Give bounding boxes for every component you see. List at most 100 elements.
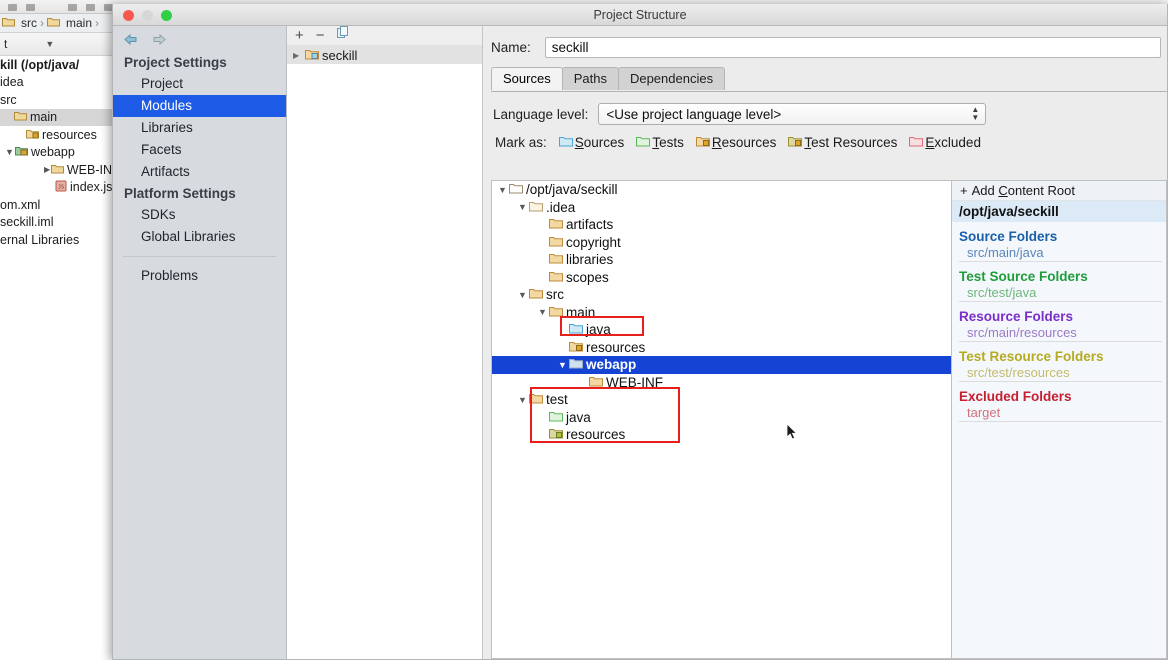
tree-row[interactable]: ▼ /opt/java/seckill <box>492 181 951 199</box>
list-item[interactable]: kill (/opt/java/ <box>0 56 112 74</box>
tab-dependencies[interactable]: Dependencies <box>617 67 726 90</box>
sidebar-item-artifacts[interactable]: Artifacts <box>113 161 286 183</box>
ide-item-label: src <box>0 92 17 107</box>
tree-row[interactable]: resources <box>492 426 951 444</box>
list-item[interactable]: resources <box>0 126 112 144</box>
tree-row[interactable]: copyright <box>492 234 951 252</box>
plus-icon: + <box>960 183 968 198</box>
ide-item-label: idea <box>0 75 24 90</box>
sidebar-item-modules[interactable]: Modules <box>113 95 286 117</box>
mark-as-sources-button[interactable]: Sources <box>558 135 624 150</box>
breadcrumb[interactable]: src › main › <box>0 14 112 33</box>
folder-icon <box>14 110 27 124</box>
tab-sources[interactable]: Sources <box>491 67 563 90</box>
dialog-titlebar[interactable]: Project Structure <box>113 4 1167 26</box>
tree-row-label: WEB-INF <box>606 374 663 390</box>
folder-icon <box>569 357 583 372</box>
list-item[interactable]: idea <box>0 74 112 92</box>
ide-project-tree[interactable]: kill (/opt/java/ idea src main resources <box>0 56 112 660</box>
tree-row[interactable]: WEB-INF <box>492 374 951 392</box>
list-item[interactable]: JS index.js <box>0 179 112 197</box>
folder-icon <box>529 287 543 302</box>
back-arrow-icon[interactable] <box>123 33 139 46</box>
list-item[interactable]: ▶ WEB-IN <box>0 161 112 179</box>
module-name-row: Name: seckill <box>483 32 1167 62</box>
list-item[interactable]: ernal Libraries <box>0 231 112 249</box>
list-item[interactable]: ▼ webapp <box>0 144 112 162</box>
tree-row[interactable]: ▼ src <box>492 286 951 304</box>
chevron-down-icon[interactable]: ▼ <box>556 360 569 370</box>
copy-icon[interactable] <box>336 26 350 45</box>
excluded-folders-value[interactable]: target <box>959 404 1162 422</box>
tab-paths[interactable]: Paths <box>561 67 619 90</box>
test-source-folders-value[interactable]: src/test/java <box>959 284 1162 302</box>
maximize-window-button[interactable] <box>161 10 172 21</box>
folder-test-resources-icon <box>549 427 563 442</box>
list-item[interactable]: src <box>0 91 112 109</box>
sidebar-item-problems[interactable]: Problems <box>113 265 286 287</box>
tree-row[interactable]: java <box>492 321 951 339</box>
tree-row[interactable]: ▼ main <box>492 304 951 322</box>
content-root-tree[interactable]: ▼ /opt/java/seckill ▼ .idea artifacts co… <box>491 180 951 659</box>
mark-as-resources-button[interactable]: Resources <box>695 135 776 150</box>
add-content-root-button[interactable]: + Add Content Root <box>952 181 1166 201</box>
project-view-label: t <box>4 37 8 51</box>
sidebar-item-label: SDKs <box>141 207 176 222</box>
tree-row[interactable]: resources <box>492 339 951 357</box>
chevron-right-icon[interactable]: ▶ <box>293 51 305 60</box>
module-name-input[interactable]: seckill <box>544 36 1161 58</box>
chevron-right-icon[interactable]: ▶ <box>44 165 51 174</box>
list-item[interactable]: om.xml <box>0 196 112 214</box>
chevron-down-icon[interactable]: ▼ <box>536 307 549 317</box>
chevron-down-icon[interactable]: ▼ <box>496 185 509 195</box>
close-window-button[interactable] <box>123 10 134 21</box>
module-list-item-seckill[interactable]: ▶ seckill <box>287 46 482 64</box>
sidebar-nav-arrows[interactable] <box>113 26 286 52</box>
chevron-down-icon[interactable]: ▼ <box>45 39 54 49</box>
list-item[interactable]: main <box>0 108 112 126</box>
tree-row-label: test <box>546 392 568 408</box>
sidebar-item-global-libraries[interactable]: Global Libraries <box>113 226 286 248</box>
chevron-down-icon[interactable]: ▼ <box>516 395 529 405</box>
sidebar-item-project[interactable]: Project <box>113 73 286 95</box>
list-item[interactable]: seckill.iml <box>0 214 112 232</box>
remove-module-button[interactable]: − <box>316 28 325 43</box>
ide-item-label: resources <box>42 127 97 142</box>
forward-arrow-icon[interactable] <box>151 33 167 46</box>
chevron-up-down-icon[interactable]: ▲ ▼ <box>971 106 979 122</box>
sidebar-item-facets[interactable]: Facets <box>113 139 286 161</box>
language-level-select[interactable]: <Use project language level> ▲ ▼ <box>598 103 987 125</box>
tree-row-selected[interactable]: ▼ webapp <box>492 356 951 374</box>
mouse-pointer-icon <box>786 423 799 441</box>
mark-as-tests-button[interactable]: Tests <box>636 135 684 150</box>
svg-text:JS: JS <box>58 184 64 190</box>
window-controls[interactable] <box>123 10 172 21</box>
resource-folders-value[interactable]: src/main/resources <box>959 324 1162 342</box>
tree-row[interactable]: libraries <box>492 251 951 269</box>
tree-row[interactable]: java <box>492 409 951 427</box>
sidebar-item-libraries[interactable]: Libraries <box>113 117 286 139</box>
mark-as-excluded-button[interactable]: Excluded <box>909 135 981 150</box>
chevron-down-icon[interactable]: ▼ <box>516 202 529 212</box>
chevron-down-icon[interactable]: ▼ <box>5 147 15 157</box>
chevron-down-icon[interactable]: ▼ <box>516 290 529 300</box>
test-resource-folders-value[interactable]: src/test/resources <box>959 364 1162 382</box>
breadcrumb-item-src[interactable]: src <box>21 16 37 30</box>
sidebar-item-sdks[interactable]: SDKs <box>113 204 286 226</box>
ide-item-label: kill (/opt/java/ <box>0 57 80 72</box>
resource-folders-title: Resource Folders <box>959 309 1074 324</box>
tree-row[interactable]: scopes <box>492 269 951 287</box>
module-name-value: seckill <box>551 39 589 55</box>
tree-row[interactable]: ▼ test <box>492 391 951 409</box>
mark-as-test-resources-button[interactable]: Test Resources <box>788 135 897 150</box>
tree-row[interactable]: artifacts <box>492 216 951 234</box>
project-view-selector[interactable]: t ▼ <box>0 33 112 56</box>
source-folders-value[interactable]: src/main/java <box>959 244 1162 262</box>
settings-sidebar: Project Settings Project Modules Librari… <box>113 26 287 659</box>
content-root-path[interactable]: /opt/java/seckill <box>952 201 1166 222</box>
folder-sources-icon <box>569 322 583 337</box>
tree-row[interactable]: ▼ .idea <box>492 199 951 217</box>
breadcrumb-item-main[interactable]: main <box>66 16 92 30</box>
add-module-button[interactable]: + <box>295 28 304 43</box>
minimize-window-button[interactable] <box>142 10 153 21</box>
